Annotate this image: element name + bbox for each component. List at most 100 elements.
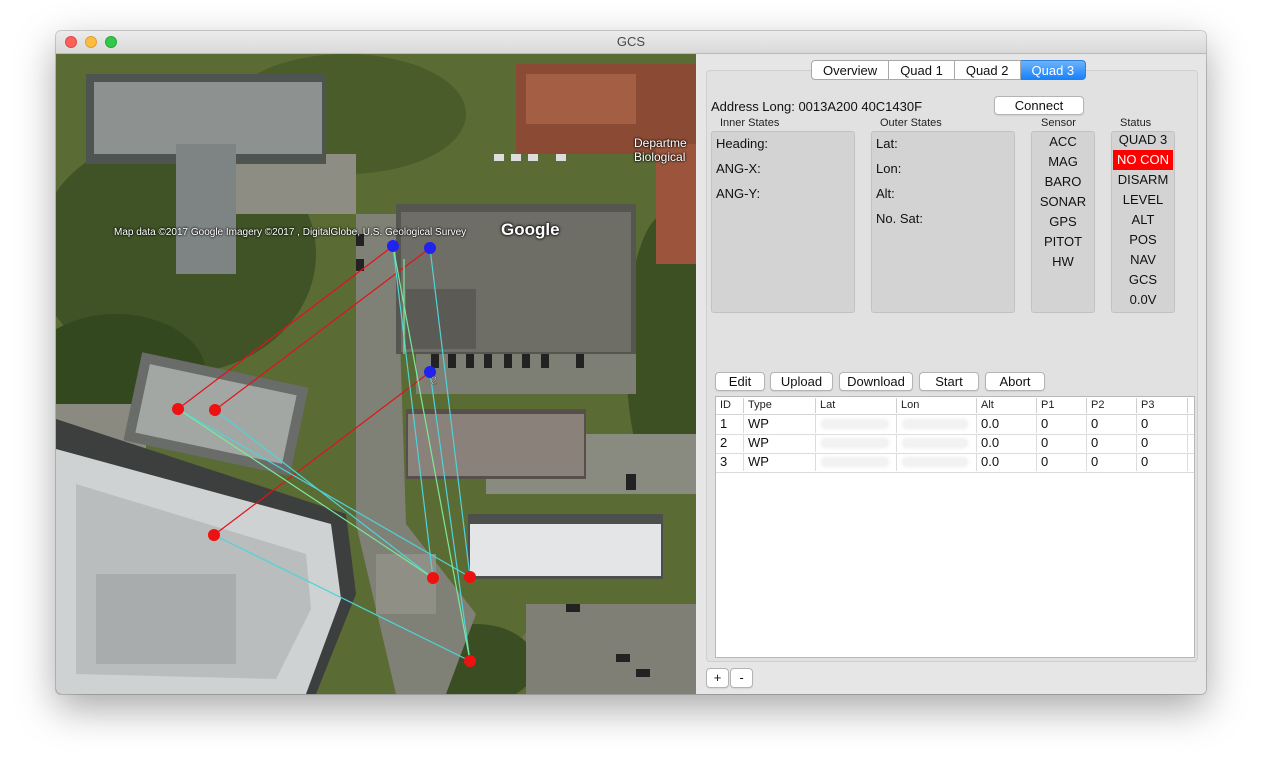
col-p2[interactable]: P2 — [1087, 398, 1137, 413]
table-row[interactable]: 2 WP 0.0 0 0 0 — [716, 434, 1194, 454]
status-quad-id: QUAD 3 — [1118, 132, 1168, 147]
status-alt: ALT — [1131, 212, 1155, 227]
redacted-value — [903, 458, 967, 466]
map-place-label: Departme Biological — [634, 136, 687, 164]
target-marker-3[interactable] — [464, 655, 476, 667]
download-button[interactable]: Download — [839, 372, 913, 391]
redacted-value — [822, 439, 888, 447]
lon-label: Lon: — [876, 161, 902, 176]
col-p3[interactable]: P3 — [1137, 398, 1188, 413]
start-button[interactable]: Start — [919, 372, 979, 391]
cell-lon[interactable] — [897, 415, 977, 433]
redacted-value — [903, 420, 967, 428]
waypoint-marker-1[interactable] — [387, 240, 399, 252]
heading-label: Heading: — [716, 136, 769, 151]
cell-lat[interactable] — [816, 434, 897, 452]
home-marker-3[interactable] — [208, 529, 220, 541]
col-lat[interactable]: Lat — [816, 398, 897, 413]
status-level: LEVEL — [1122, 192, 1164, 207]
cell-p2[interactable]: 0 — [1087, 453, 1137, 471]
sensor-heading: Sensor — [1041, 117, 1076, 129]
cell-p1[interactable]: 0 — [1037, 453, 1087, 471]
inner-states-heading: Inner States — [720, 117, 780, 129]
window-title: GCS — [616, 34, 646, 49]
col-id[interactable]: ID — [716, 398, 744, 413]
cell-id[interactable]: 3 — [716, 453, 744, 471]
edit-button[interactable]: Edit — [715, 372, 765, 391]
google-logo: Google — [501, 220, 560, 239]
cell-lon[interactable] — [897, 434, 977, 452]
upload-button[interactable]: Upload — [770, 372, 833, 391]
alt-label: Alt: — [876, 186, 895, 201]
sensor-hw: HW — [1052, 254, 1074, 269]
waypoint-label: 2 — [431, 375, 437, 387]
waypoint-table[interactable]: ID Type Lat Lon Alt P1 P2 P3 1 WP 0.0 0 … — [715, 396, 1195, 658]
no-sat-label: No. Sat: — [876, 211, 923, 226]
cell-lat[interactable] — [816, 453, 897, 471]
col-lon[interactable]: Lon — [897, 398, 977, 413]
cell-type[interactable]: WP — [744, 415, 816, 433]
cell-p1[interactable]: 0 — [1037, 415, 1087, 433]
col-type[interactable]: Type — [744, 398, 816, 413]
cell-alt[interactable]: 0.0 — [977, 415, 1037, 433]
abort-button[interactable]: Abort — [985, 372, 1045, 391]
cell-alt[interactable]: 0.0 — [977, 434, 1037, 452]
tab-overview[interactable]: Overview — [811, 60, 890, 80]
cell-p3[interactable]: 0 — [1137, 453, 1188, 471]
cell-p3[interactable]: 0 — [1137, 434, 1188, 452]
cell-id[interactable]: 2 — [716, 434, 744, 452]
sensor-mag: MAG — [1048, 154, 1078, 169]
map-place-line2: Biological — [634, 150, 686, 164]
ang-y-label: ANG-Y: — [716, 186, 761, 201]
outer-states-heading: Outer States — [880, 117, 942, 129]
map-attribution: Map data ©2017 Google Imagery ©2017 , Di… — [114, 227, 467, 238]
table-row[interactable]: 1 WP 0.0 0 0 0 — [716, 415, 1194, 435]
flight-path-overlay: 2 — [172, 240, 476, 667]
home-marker-1[interactable] — [172, 403, 184, 415]
status-gcs: GCS — [1128, 272, 1158, 287]
redacted-value — [903, 439, 967, 447]
cell-lon[interactable] — [897, 453, 977, 471]
satellite-map[interactable]: 2 Departme Biological Map data ©2017 Goo… — [56, 54, 696, 694]
col-p1[interactable]: P1 — [1037, 398, 1087, 413]
title-bar: GCS — [56, 31, 1206, 54]
cell-p2[interactable]: 0 — [1087, 434, 1137, 452]
cell-type[interactable]: WP — [744, 453, 816, 471]
cell-lat[interactable] — [816, 415, 897, 433]
sensor-pitot: PITOT — [1043, 234, 1083, 249]
cell-type[interactable]: WP — [744, 434, 816, 452]
cell-alt[interactable]: 0.0 — [977, 453, 1037, 471]
quad-tab-bar: Overview Quad 1 Quad 2 Quad 3 — [811, 60, 1087, 80]
outer-states-box: Lat: Lon: Alt: No. Sat: — [871, 131, 1015, 313]
cell-id[interactable]: 1 — [716, 415, 744, 433]
status-box: QUAD 3 NO CON DISARM LEVEL ALT POS NAV G… — [1111, 131, 1175, 313]
inner-states-box: Heading: ANG-X: ANG-Y: — [711, 131, 855, 313]
redacted-value — [822, 458, 888, 466]
col-alt[interactable]: Alt — [977, 398, 1037, 413]
connect-button[interactable]: Connect — [994, 96, 1084, 115]
zoom-in-button[interactable]: + — [706, 668, 729, 688]
redacted-value — [822, 420, 888, 428]
address-long-label: Address Long: 0013A200 40C1430F — [711, 99, 923, 114]
target-marker-2[interactable] — [464, 571, 476, 583]
tab-quad-2[interactable]: Quad 2 — [954, 60, 1021, 80]
status-pos: POS — [1129, 232, 1157, 247]
status-no-con: NO CON — [1113, 150, 1173, 170]
status-heading: Status — [1120, 117, 1152, 129]
cell-p1[interactable]: 0 — [1037, 434, 1087, 452]
waypoint-marker-2[interactable] — [424, 242, 436, 254]
status-nav: NAV — [1130, 252, 1156, 267]
status-voltage: 0.0V — [1129, 292, 1157, 307]
sensor-acc: ACC — [1049, 134, 1077, 149]
table-row[interactable]: 3 WP 0.0 0 0 0 — [716, 453, 1194, 473]
target-marker-1[interactable] — [427, 572, 439, 584]
sensor-gps: GPS — [1049, 214, 1077, 229]
tab-quad-1[interactable]: Quad 1 — [889, 60, 955, 80]
cell-p3[interactable]: 0 — [1137, 415, 1188, 433]
home-marker-2[interactable] — [209, 404, 221, 416]
zoom-out-button[interactable]: - — [730, 668, 753, 688]
cell-p2[interactable]: 0 — [1087, 415, 1137, 433]
tab-quad-3[interactable]: Quad 3 — [1020, 60, 1087, 80]
table-header: ID Type Lat Lon Alt P1 P2 P3 — [716, 397, 1194, 415]
map-place-line1: Departme — [634, 136, 687, 150]
